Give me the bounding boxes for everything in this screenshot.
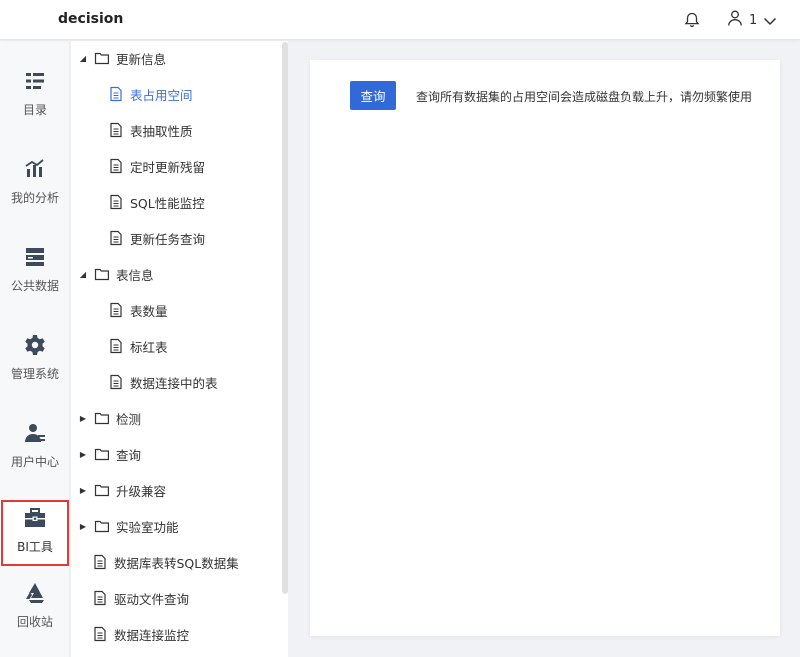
folder-icon <box>94 410 110 426</box>
query-hint: 查询所有数据集的占用空间会造成磁盘负载上升，请勿频繁使用 <box>416 90 753 104</box>
tree-item-scheduled-residue[interactable]: 定时更新残留 <box>108 154 205 178</box>
nav-item-recycle-bin[interactable]: 回收站 <box>0 577 70 645</box>
tree-label: 查询 <box>116 447 142 463</box>
tree-label: 实验室功能 <box>116 519 179 535</box>
caret-right-icon[interactable]: ▶ <box>78 450 88 459</box>
tree-label: 更新任务查询 <box>130 231 206 247</box>
nav-label: 目录 <box>22 103 47 117</box>
user-menu[interactable]: 1 <box>727 10 777 30</box>
document-icon <box>108 374 124 390</box>
tree-folder-lab-features[interactable]: ▶ 实验室功能 <box>78 514 179 538</box>
analysis-icon <box>23 157 47 181</box>
tree-label: 标红表 <box>130 339 168 355</box>
document-icon <box>108 122 124 138</box>
caret-down-icon[interactable]: ◢ <box>78 270 88 279</box>
chevron-down-icon <box>763 11 777 30</box>
nav-item-my-analysis[interactable]: 我的分析 <box>0 153 70 221</box>
tree-item-connection-monitor[interactable]: 数据连接监控 <box>92 622 189 646</box>
tree-item-extract-nature[interactable]: 表抽取性质 <box>108 118 193 142</box>
document-icon <box>108 86 124 102</box>
gear-icon <box>23 333 47 357</box>
nav-item-bi-tools[interactable]: BI工具 <box>1 500 69 566</box>
tree-label: 驱动文件查询 <box>114 591 190 607</box>
tree-scrollbar[interactable] <box>282 42 288 594</box>
query-button[interactable]: 查询 <box>350 81 396 110</box>
catalog-icon <box>23 69 47 93</box>
tree-label: 检测 <box>116 411 142 427</box>
tree-label: SQL性能监控 <box>130 195 205 211</box>
user-center-icon <box>23 421 47 445</box>
tree-folder-upgrade-compat[interactable]: ▶ 升级兼容 <box>78 478 166 502</box>
tree-item-table-space[interactable]: 表占用空间 <box>108 82 193 106</box>
tree-item-driver-query[interactable]: 驱动文件查询 <box>92 586 189 610</box>
tree-label: 表信息 <box>116 267 154 283</box>
document-icon <box>108 302 124 318</box>
tree-label: 表抽取性质 <box>130 123 193 139</box>
tree-item-update-task-query[interactable]: 更新任务查询 <box>108 226 205 250</box>
folder-icon <box>94 50 110 66</box>
tree-item-sql-performance[interactable]: SQL性能监控 <box>108 190 205 214</box>
caret-right-icon[interactable]: ▶ <box>78 486 88 495</box>
public-data-icon <box>23 245 47 269</box>
tree-folder-query[interactable]: ▶ 查询 <box>78 442 141 466</box>
top-header: decision 1 <box>0 0 800 40</box>
folder-icon <box>94 266 110 282</box>
tree-item-table-count[interactable]: 表数量 <box>108 298 168 322</box>
bell-icon[interactable] <box>683 11 701 29</box>
tree-item-red-tables[interactable]: 标红表 <box>108 334 168 358</box>
folder-icon <box>94 446 110 462</box>
nav-label: 用户中心 <box>10 455 59 469</box>
tree-label: 升级兼容 <box>116 483 167 499</box>
document-icon <box>108 158 124 174</box>
tree-label: 数据连接中的表 <box>130 375 218 391</box>
main-panel: 查询 查询所有数据集的占用空间会造成磁盘负载上升，请勿频繁使用 <box>310 60 780 636</box>
tree-label: 更新信息 <box>116 51 167 67</box>
document-icon <box>92 554 108 570</box>
app-title: decision <box>58 11 124 27</box>
tree-label: 数据连接监控 <box>114 627 190 643</box>
caret-right-icon[interactable]: ▶ <box>78 522 88 531</box>
document-icon <box>108 338 124 354</box>
tree-label: 定时更新残留 <box>130 159 206 175</box>
document-icon <box>108 230 124 246</box>
folder-icon <box>94 482 110 498</box>
toolbox-icon <box>23 506 47 530</box>
nav-label: 回收站 <box>16 615 53 629</box>
left-nav: 目录 我的分析 公共数据 管理系统 用户中心 BI工具 回收站 <box>0 41 70 657</box>
nav-label: 管理系统 <box>10 367 59 381</box>
folder-icon <box>94 518 110 534</box>
document-icon <box>108 194 124 210</box>
tree-label: 表数量 <box>130 303 168 319</box>
caret-right-icon[interactable]: ▶ <box>78 414 88 423</box>
nav-label: BI工具 <box>17 540 53 554</box>
tree-folder-detection[interactable]: ▶ 检测 <box>78 406 141 430</box>
bi-tools-tree: ◢ 更新信息 表占用空间 表抽取性质 定时更新残留 SQL性能监控 更新任务查询… <box>71 41 288 657</box>
nav-item-user-center[interactable]: 用户中心 <box>0 417 70 485</box>
tree-label: 数据库表转SQL数据集 <box>114 555 239 571</box>
tree-item-db-to-sql[interactable]: 数据库表转SQL数据集 <box>92 550 239 574</box>
tree-folder-update-info[interactable]: ◢ 更新信息 <box>78 46 166 70</box>
tree-item-connection-tables[interactable]: 数据连接中的表 <box>108 370 218 394</box>
document-icon <box>92 590 108 606</box>
recycle-icon <box>23 581 47 605</box>
user-icon <box>727 9 743 31</box>
nav-item-management[interactable]: 管理系统 <box>0 329 70 397</box>
nav-label: 公共数据 <box>10 279 59 293</box>
nav-item-catalog[interactable]: 目录 <box>0 65 70 133</box>
nav-label: 我的分析 <box>10 191 59 205</box>
caret-down-icon[interactable]: ◢ <box>78 54 88 63</box>
nav-item-public-data[interactable]: 公共数据 <box>0 241 70 309</box>
tree-label: 表占用空间 <box>130 87 193 103</box>
document-icon <box>92 626 108 642</box>
tree-folder-table-info[interactable]: ◢ 表信息 <box>78 262 154 286</box>
user-name: 1 <box>749 12 758 28</box>
